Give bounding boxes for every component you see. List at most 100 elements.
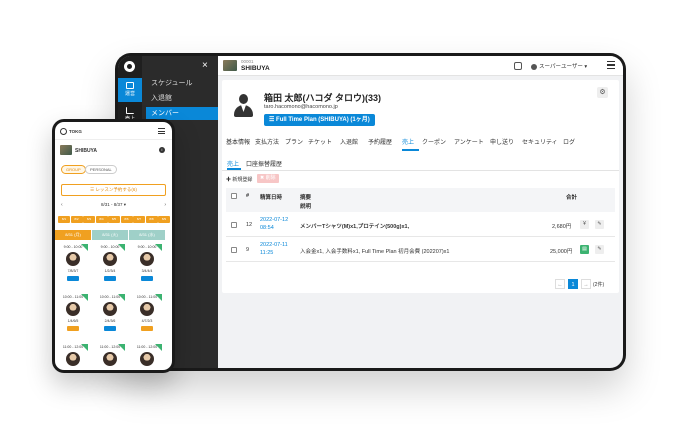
instructor-avatar [66,252,80,266]
info-icon[interactable]: i [159,147,165,153]
tab-basic-info[interactable]: 基本情報 [226,137,250,146]
close-icon[interactable]: × [202,60,208,71]
tablet-screen: 運営 売上 × スケジュール 入退館 メンバー 00001 SHIBUYA スー… [118,56,623,368]
menu-item-schedule[interactable]: スケジュール [146,77,218,90]
tab-plan[interactable]: プラン [285,137,303,146]
rail-item-operations[interactable]: 運営 [118,78,142,102]
receipt-icon[interactable]: ▤ [580,245,589,254]
slot-count: 1/4/6/5 [67,319,79,323]
col-total: 合計 [566,195,578,201]
yen-icon[interactable]: ¥ [580,220,589,229]
instructor-avatar [103,302,117,316]
tab-reservations[interactable]: 予約履歴 [368,137,392,146]
delete-button[interactable]: ✖ 削除 [257,174,279,183]
tab-handover[interactable]: 申し送り [490,137,514,146]
col-no: # [246,193,250,199]
table-row[interactable]: 9 2022-07-11 11:25 入会金x1, 入会手数料x1, Full … [226,238,615,262]
prev-page-button[interactable]: ← [555,279,565,289]
col-detail: 説明 [300,204,312,210]
row-date-link[interactable]: 2022-07-12 08:54 [260,216,290,232]
day-chip[interactable]: 8/5 [108,216,120,223]
chevron-right-icon[interactable]: › [164,202,166,208]
plan-badge[interactable]: ☰ Full Time Plan (SHIBUYA) (1ヶ月) [264,114,375,126]
col-date: 精算日時 [260,195,283,201]
gear-icon[interactable]: ⚙ [597,87,608,98]
tab-coupon[interactable]: クーポン [422,137,446,146]
slot-count: 7/8/3/7 [67,269,79,273]
tab-security[interactable]: セキュリティ [522,137,558,146]
lesson-slot[interactable]: 10:00 - 11:00 1/4/6/5 [58,294,88,338]
divider [55,139,172,140]
notifications-off-icon[interactable] [514,62,522,70]
week-label: 8/31 - 8/37 ▾ [100,202,127,207]
new-record-button[interactable]: ✚ 新規登録 [226,176,252,183]
user-menu[interactable]: スーパーユーザー ▾ [531,62,587,70]
day-chip[interactable]: 8/7 [133,216,145,223]
top-bar: 00001 SHIBUYA スーパーユーザー ▾ [218,56,623,76]
row-checkbox[interactable] [231,222,237,228]
menu-icon[interactable] [607,61,615,69]
logo-icon [60,128,67,135]
menu-item-checkin[interactable]: 入退館 [146,92,218,105]
day-chip[interactable]: 8/2 [70,216,83,223]
tab-payment-method[interactable]: 支払方法 [255,137,279,146]
day-chip[interactable]: 8/8 [145,216,158,223]
store-thumbnail [223,60,237,71]
lesson-slot[interactable]: 10:00 - 11:00 4/7/2/3 [132,294,162,338]
lesson-slot[interactable]: 9:00 - 10:00 7/8/3/7 [58,244,88,288]
next-page-button[interactable]: → [581,279,591,289]
divider [222,170,619,171]
tab-ticket[interactable]: チケット [308,137,332,146]
row-total: 2,680円 [552,224,572,230]
tab-checkin[interactable]: 入退館 [340,137,358,146]
day-chip[interactable]: 8/6 [120,216,133,223]
edit-icon[interactable]: ✎ [595,220,604,229]
subtab-sales[interactable]: 売上 [227,159,239,168]
slot-time: 10:00 - 11:00 [136,295,158,299]
tab-survey[interactable]: アンケート [454,137,484,146]
slot-count: 3/4/4/4 [141,269,153,273]
slot-time: 9:00 - 10:00 [63,245,83,249]
lesson-slot[interactable]: 10:00 - 11:00 2/4/3/6 [95,294,125,338]
day-column-header: 8/31 (水) [129,230,165,240]
row-checkbox[interactable] [231,247,237,253]
page-1-button[interactable]: 1 [568,279,578,289]
store-name[interactable]: SHIBUYA [241,65,270,72]
member-email: taro.hacomono@hacomono.jp [264,104,338,110]
instructor-avatar [140,302,154,316]
active-tab-indicator [402,149,419,151]
row-date-link[interactable]: 2022-07-11 11:25 [260,241,290,257]
day-chip[interactable]: 8/4 [95,216,108,223]
phone-device: TOKG SHIBUYA i GROUP PERSONAL ☰ レッスン予約する… [52,119,175,373]
day-chip[interactable]: 8/9 [158,216,170,223]
menu-icon[interactable] [158,128,165,134]
lesson-slot[interactable]: 9:00 - 10:00 3/4/4/4 [132,244,162,288]
lesson-slot[interactable]: 11:00 - 12:00 [58,344,88,370]
lesson-slot[interactable]: 11:00 - 12:00 [132,344,162,370]
lesson-slot[interactable]: 11:00 - 12:00 [95,344,125,370]
row-summary: 入会金x1, 入会手数料x1, Full Time Plan 初月会費 (202… [300,249,450,255]
week-selector[interactable]: ‹ 8/31 - 8/37 ▾ › [55,202,172,208]
filter-group-chip[interactable]: GROUP [61,165,86,174]
store-name[interactable]: SHIBUYA [75,148,97,154]
store-code: 00001 [241,59,254,64]
day-chip[interactable]: 8/1 [58,216,70,223]
edit-icon[interactable]: ✎ [595,245,604,254]
lesson-slot[interactable]: 9:00 - 10:00 1/2/3/4 [95,244,125,288]
tab-sales[interactable]: 売上 [402,137,414,146]
table-header: # 精算日時 摘要 説明 合計 [226,188,615,212]
day-column-header: 8/31 (月) [55,230,91,240]
tab-log[interactable]: ログ [563,137,575,146]
status-badge [67,276,79,281]
subtab-transfer-history[interactable]: 口座振替履歴 [246,159,282,168]
status-badge [141,326,153,331]
lesson-reserve-button[interactable]: ☰ レッスン予約する(6) [61,184,166,196]
sales-card: 売上 口座振替履歴 ✚ 新規登録 ✖ 削除 # 精算日時 摘要 説明 合計 12… [222,152,619,293]
chevron-left-icon[interactable]: ‹ [61,202,63,208]
day-chip[interactable]: 8/3 [83,216,95,223]
filter-personal-chip[interactable]: PERSONAL [85,165,117,174]
phone-screen: TOKG SHIBUYA i GROUP PERSONAL ☰ レッスン予約する… [55,122,172,370]
status-badge [141,276,153,281]
select-all-checkbox[interactable] [231,193,237,199]
table-row[interactable]: 12 2022-07-12 08:54 メンバーTシャツ(M)x1,プロテイン(… [226,213,615,237]
